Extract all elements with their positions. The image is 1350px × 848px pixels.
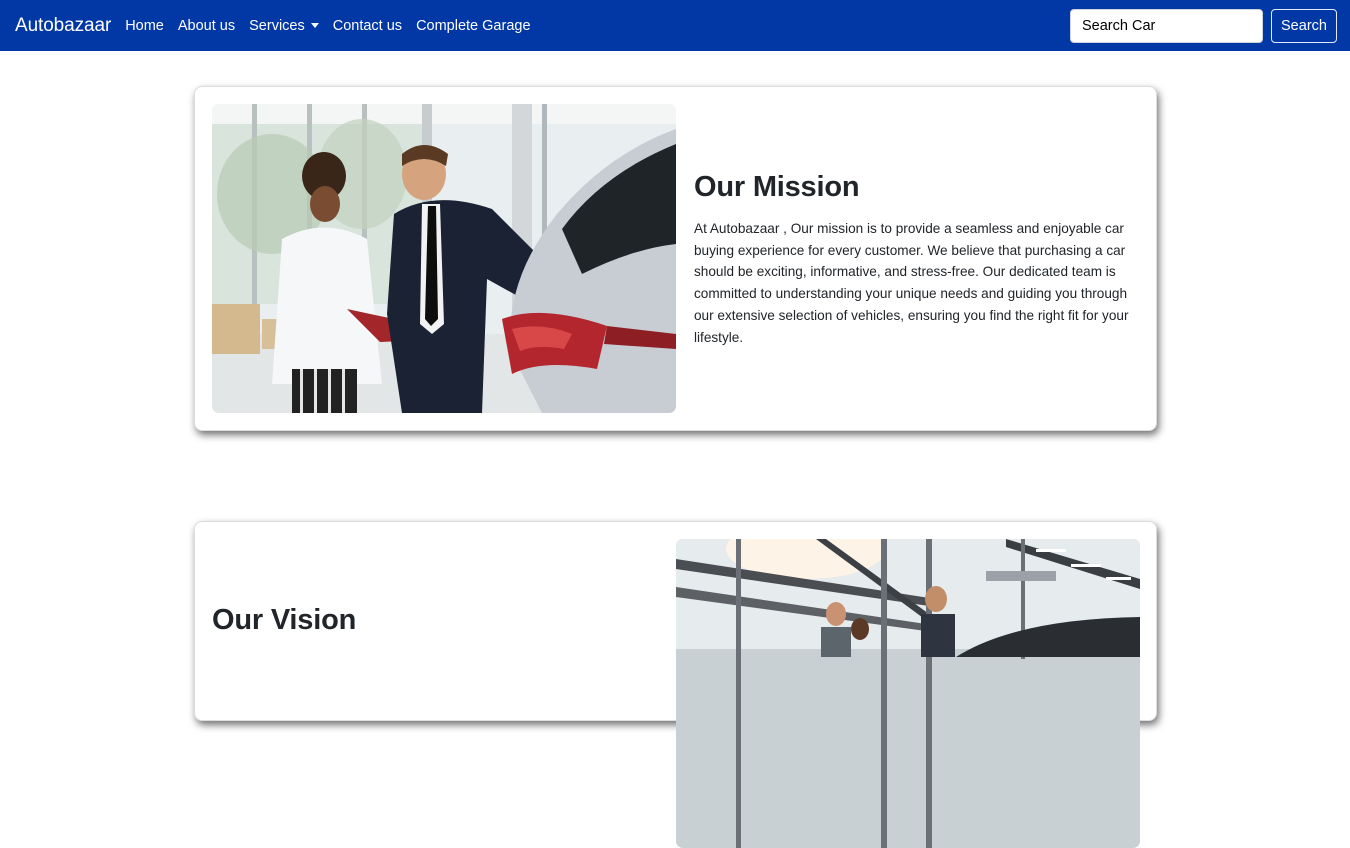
mission-card: Our Mission At Autobazaar , Our mission … [194,86,1157,431]
nav-complete-garage[interactable]: Complete Garage [416,18,530,34]
search-button[interactable]: Search [1271,8,1337,43]
nav-home[interactable]: Home [125,18,164,34]
nav-links: Home About us Services Contact us Comple… [125,18,544,34]
mission-description: At Autobazaar , Our mission is to provid… [694,221,1129,345]
mission-photo [212,104,676,413]
mission-text-block: Our Mission At Autobazaar , Our mission … [694,171,1139,348]
nav-services-label: Services [249,17,305,34]
mission-title: Our Mission [694,171,860,203]
vision-text-block: Our Vision [212,604,657,651]
nav-contact[interactable]: Contact us [333,18,402,34]
brand-logo[interactable]: Autobazaar [15,15,111,37]
top-navbar: Autobazaar Home About us Services Contac… [0,0,1350,51]
vision-photo [676,539,1140,848]
nav-search-form: Search [1070,8,1337,43]
nav-services-dropdown[interactable]: Services [249,18,319,34]
vision-card: Our Vision [194,521,1157,848]
caret-down-icon [310,23,319,28]
search-input[interactable] [1070,8,1263,43]
vision-title: Our Vision [212,604,357,636]
nav-about[interactable]: About us [178,18,235,34]
